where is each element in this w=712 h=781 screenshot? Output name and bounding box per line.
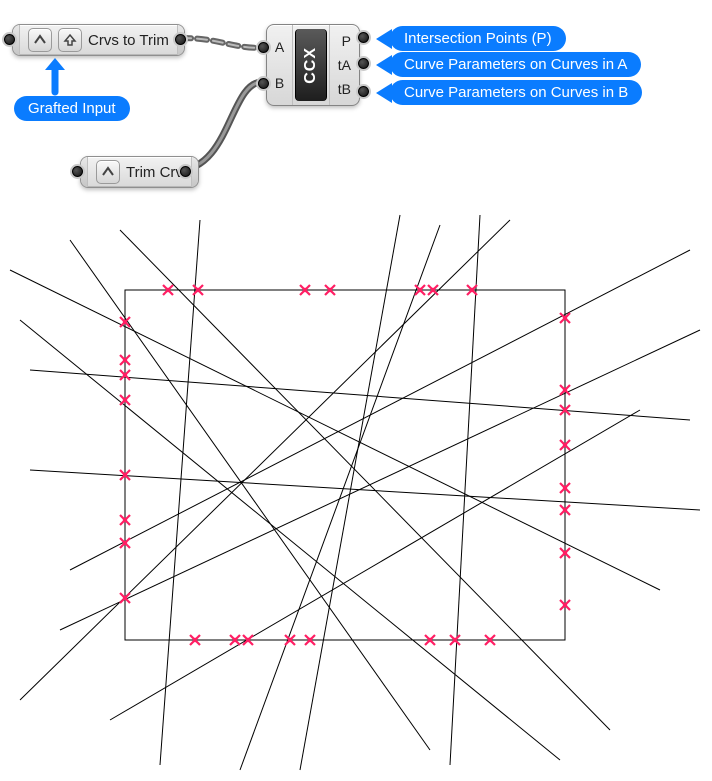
param-label: Trim Crv bbox=[126, 164, 183, 181]
curve-line bbox=[70, 250, 690, 570]
graft-icon[interactable] bbox=[96, 160, 120, 184]
callout-grafted bbox=[40, 56, 70, 96]
callout-ta: Curve Parameters on Curves in A bbox=[376, 52, 641, 77]
ccx-output-ta[interactable]: tA bbox=[328, 54, 353, 76]
output-grip[interactable] bbox=[175, 34, 186, 45]
callout-bubble: Curve Parameters on Curves in A bbox=[390, 52, 641, 77]
curve-line bbox=[110, 410, 640, 720]
rhino-viewport bbox=[0, 210, 712, 781]
curve-line bbox=[60, 330, 700, 630]
callout-grafted-label: Grafted Input bbox=[14, 96, 130, 121]
callout-bubble: Intersection Points (P) bbox=[390, 26, 566, 51]
ccx-input-b[interactable]: B bbox=[267, 72, 292, 94]
diagram-canvas: Crvs to Trim Trim Crv A B CCX P tA tB bbox=[0, 0, 712, 781]
ccx-grip-a[interactable] bbox=[258, 42, 269, 53]
arrow-up-icon bbox=[40, 56, 70, 96]
ccx-grip-ta[interactable] bbox=[358, 58, 369, 69]
param-label: Crvs to Trim bbox=[88, 32, 169, 49]
ccx-input-a[interactable]: A bbox=[267, 36, 292, 58]
output-grip[interactable] bbox=[180, 166, 191, 177]
ccx-core: CCX bbox=[295, 29, 327, 101]
ccx-output-tb[interactable]: tB bbox=[328, 78, 353, 100]
ccx-grip-p[interactable] bbox=[358, 32, 369, 43]
curve-line bbox=[30, 470, 700, 510]
callout-bubble: Grafted Input bbox=[14, 96, 130, 121]
curve-line bbox=[10, 270, 660, 590]
curve-line bbox=[240, 225, 440, 770]
callout-tb: Curve Parameters on Curves in B bbox=[376, 80, 642, 105]
callout-bubble: Curve Parameters on Curves in B bbox=[390, 80, 642, 105]
ccx-grip-tb[interactable] bbox=[358, 86, 369, 97]
callout-p: Intersection Points (P) bbox=[376, 26, 566, 51]
param-crvs-to-trim[interactable]: Crvs to Trim bbox=[12, 24, 185, 56]
curve-line bbox=[160, 220, 200, 765]
input-grip[interactable] bbox=[72, 166, 83, 177]
component-ccx[interactable]: A B CCX P tA tB bbox=[266, 24, 360, 106]
up-arrow-icon[interactable] bbox=[58, 28, 82, 52]
ccx-output-p[interactable]: P bbox=[328, 30, 353, 52]
input-grip[interactable] bbox=[4, 34, 15, 45]
curve-line bbox=[20, 320, 560, 760]
graft-icon[interactable] bbox=[28, 28, 52, 52]
curve-line bbox=[70, 240, 430, 750]
ccx-grip-b[interactable] bbox=[258, 78, 269, 89]
ccx-name: CCX bbox=[302, 47, 320, 84]
